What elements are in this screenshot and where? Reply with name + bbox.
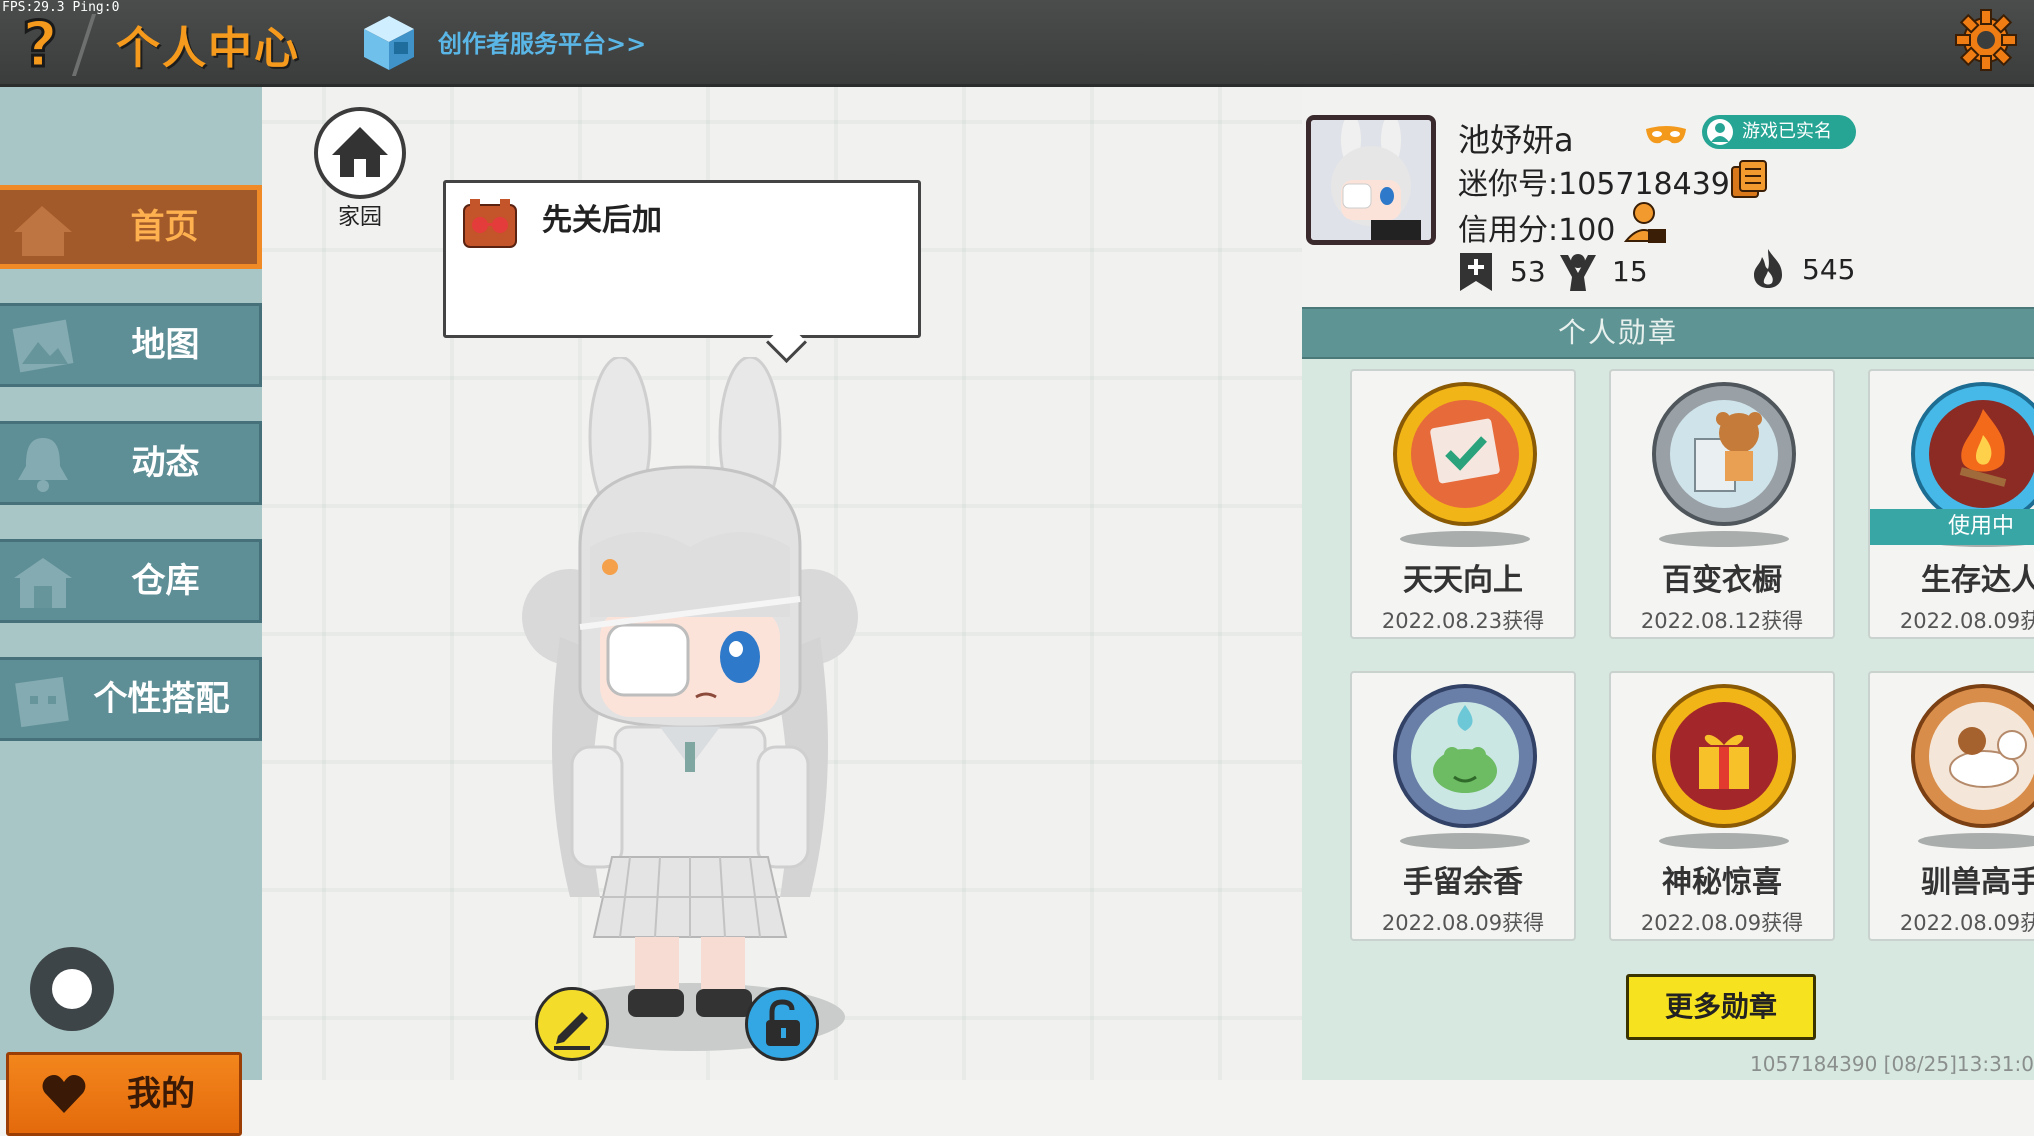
medal-name: 手留余香 bbox=[1403, 865, 1523, 900]
mine-button-label: 我的 bbox=[127, 1074, 195, 1114]
title-divider bbox=[71, 14, 97, 76]
joystick-toggle[interactable] bbox=[30, 947, 114, 1031]
question-icon: ? bbox=[21, 7, 60, 83]
fire-icon bbox=[1754, 249, 1782, 288]
medal-shadow bbox=[1400, 531, 1530, 547]
popularity-count: 545 bbox=[1802, 253, 1856, 286]
sidebar: 首页 地图 动态 仓库 个性搭配 我的 bbox=[0, 87, 262, 1136]
top-bar: FPS:29.3 Ping:0 ? 个人中心 创作者服务平台>> bbox=[0, 0, 2034, 87]
medal-card[interactable]: 驯兽高手 2022.08.09获得 bbox=[1868, 671, 2034, 941]
medal-grid: 天天向上 2022.08.23获得 百变衣橱 2022.08.12获得 使用中 … bbox=[1302, 359, 2034, 1080]
profile-avatar[interactable] bbox=[1306, 115, 1436, 245]
lock-button[interactable] bbox=[745, 987, 819, 1061]
medal-name: 驯兽高手 bbox=[1921, 865, 2034, 900]
avatar-portrait-icon bbox=[1311, 120, 1431, 240]
wardrobe-medal-icon bbox=[1652, 382, 1796, 526]
page-title: 个人中心 bbox=[116, 23, 300, 74]
credit-score: 信用分:100 bbox=[1458, 213, 1616, 248]
medal-shadow bbox=[1659, 833, 1789, 849]
in-use-badge: 使用中 bbox=[1870, 509, 2034, 545]
creator-cube-icon[interactable] bbox=[360, 12, 418, 72]
home-icon bbox=[14, 206, 72, 256]
homeland-label: 家园 bbox=[337, 205, 382, 230]
medal-card[interactable]: 百变衣橱 2022.08.12获得 bbox=[1609, 369, 1835, 639]
medal-date: 2022.08.12获得 bbox=[1640, 609, 1804, 633]
sidebar-item-home[interactable]: 首页 bbox=[0, 185, 262, 269]
sidebar-item-warehouse[interactable]: 仓库 bbox=[0, 539, 262, 623]
sidebar-item-map[interactable]: 地图 bbox=[0, 303, 262, 387]
copy-icon[interactable] bbox=[1730, 159, 1768, 199]
pencil-icon bbox=[554, 1012, 590, 1050]
signature-bubble[interactable]: 先关后加 bbox=[443, 180, 921, 338]
medal-date: 2022.08.09获得 bbox=[1899, 609, 2034, 633]
friends-count: 53 bbox=[1510, 255, 1546, 288]
medal-date: 2022.08.09获得 bbox=[1640, 911, 1804, 935]
profile-panel: 池妤妍a 游戏已实名 迷你号:1057184390 信用分:100 53 15 bbox=[1302, 87, 2034, 1080]
sidebar-item-label: 地图 bbox=[131, 325, 200, 365]
campfire-medal-icon bbox=[1911, 382, 2034, 526]
medal-shadow bbox=[1918, 833, 2034, 849]
outfit-icon bbox=[15, 676, 69, 728]
medal-name: 百变衣橱 bbox=[1662, 563, 1782, 598]
sidebar-item-label: 首页 bbox=[130, 207, 199, 247]
fans-count: 15 bbox=[1612, 255, 1648, 288]
medal-name: 生存达人 bbox=[1921, 563, 2034, 598]
medal-card[interactable]: 天天向上 2022.08.23获得 bbox=[1350, 369, 1576, 639]
warehouse-icon bbox=[14, 558, 72, 608]
medal-date: 2022.08.09获得 bbox=[1381, 911, 1545, 935]
credit-user-icon[interactable] bbox=[1624, 201, 1668, 247]
gift-medal-icon bbox=[1652, 684, 1796, 828]
medal-date: 2022.08.09获得 bbox=[1899, 911, 2034, 935]
house-icon bbox=[332, 127, 388, 177]
player-name: 池妤妍a bbox=[1458, 121, 1574, 159]
heart-icon bbox=[42, 1075, 86, 1113]
medal-name: 神秘惊喜 bbox=[1662, 865, 1782, 900]
medal-name: 天天向上 bbox=[1403, 563, 1523, 598]
homeland-button[interactable] bbox=[314, 107, 406, 199]
fans-icon bbox=[1560, 254, 1596, 291]
add-friend-icon bbox=[1460, 253, 1492, 291]
horse-medal-icon bbox=[1911, 684, 2034, 828]
mini-id: 迷你号:1057184390 bbox=[1458, 167, 1749, 202]
verified-badge: 游戏已实名 bbox=[1702, 115, 1856, 149]
more-medals-button[interactable]: 更多勋章 bbox=[1626, 974, 1816, 1040]
svg-text:?: ? bbox=[22, 10, 58, 74]
mine-button[interactable]: 我的 bbox=[6, 1052, 242, 1136]
medal-card[interactable]: 神秘惊喜 2022.08.09获得 bbox=[1609, 671, 1835, 941]
settings-button[interactable] bbox=[1954, 8, 2018, 72]
medal-section-header: 个人勋章 bbox=[1302, 307, 2034, 359]
gear-icon bbox=[1955, 9, 2017, 71]
medal-shadow bbox=[1659, 531, 1789, 547]
sidebar-item-outfit[interactable]: 个性搭配 bbox=[0, 657, 262, 741]
map-icon bbox=[12, 319, 74, 373]
avatar-scene: 家园 先关后加 bbox=[262, 87, 1302, 1080]
sidebar-item-label: 仓库 bbox=[131, 561, 200, 601]
player-avatar[interactable] bbox=[500, 357, 880, 1057]
medal-shadow bbox=[1400, 833, 1530, 849]
medal-section-title: 个人勋章 bbox=[1557, 316, 1678, 349]
sidebar-item-label: 个性搭配 bbox=[93, 679, 230, 719]
medal-card[interactable]: 使用中 生存达人 2022.08.09获得 bbox=[1868, 369, 2034, 639]
calendar-medal-icon bbox=[1393, 382, 1537, 526]
bell-icon bbox=[18, 438, 68, 492]
frog-medal-icon bbox=[1393, 684, 1537, 828]
medal-card[interactable]: 手留余香 2022.08.09获得 bbox=[1350, 671, 1576, 941]
sidebar-item-label: 动态 bbox=[131, 443, 200, 483]
id-timestamp: 1057184390 [08/25]13:31:0 bbox=[1750, 1052, 2034, 1076]
sunglasses-emoji-icon bbox=[463, 199, 517, 248]
mask-icon bbox=[1646, 126, 1686, 144]
more-medals-label: 更多勋章 bbox=[1664, 990, 1777, 1023]
unlock-icon bbox=[766, 999, 800, 1046]
medal-date: 2022.08.23获得 bbox=[1381, 609, 1545, 633]
verified-user-icon bbox=[1707, 119, 1733, 145]
help-button[interactable]: ? bbox=[18, 7, 68, 83]
edit-button[interactable] bbox=[535, 987, 609, 1061]
verified-label: 游戏已实名 bbox=[1742, 121, 1832, 142]
creator-platform-link[interactable]: 创作者服务平台>> bbox=[438, 24, 646, 59]
signature-text: 先关后加 bbox=[542, 203, 662, 238]
sidebar-item-activity[interactable]: 动态 bbox=[0, 421, 262, 505]
